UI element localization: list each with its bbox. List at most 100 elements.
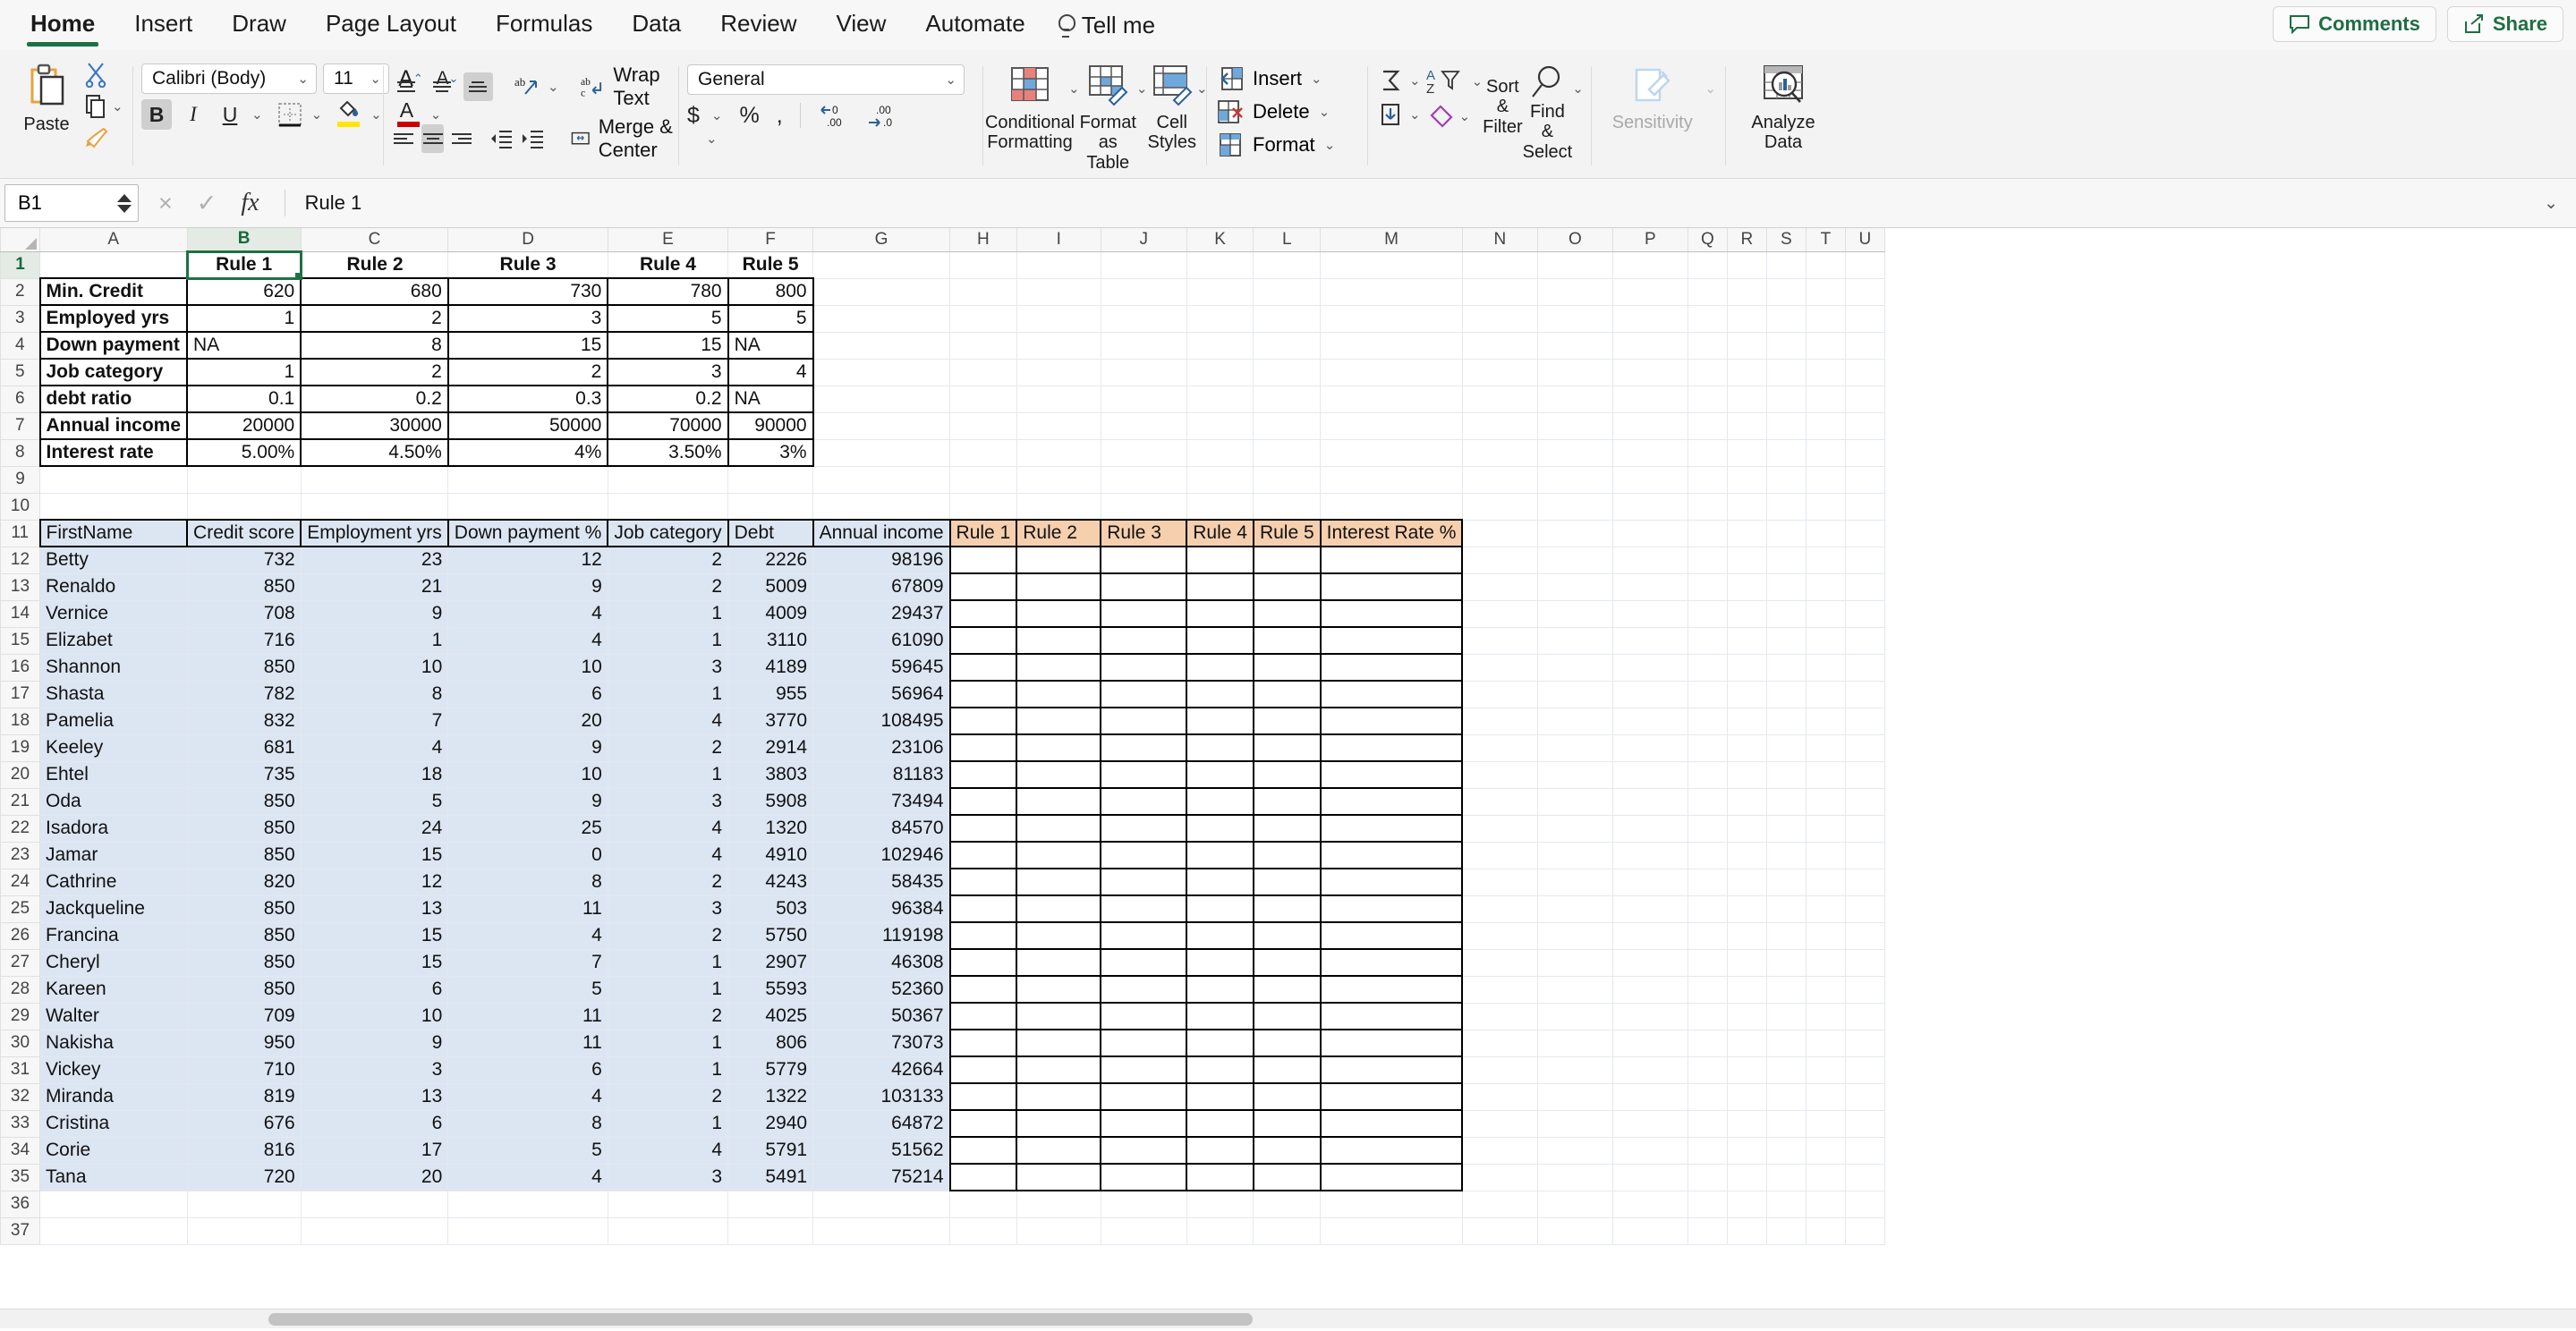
- cell-D10[interactable]: [448, 493, 608, 520]
- tab-draw[interactable]: Draw: [212, 0, 306, 50]
- currency-chevron-down-icon[interactable]: ⌄: [711, 109, 723, 123]
- cell-H20[interactable]: [950, 761, 1017, 788]
- cell-N17[interactable]: [1462, 681, 1537, 708]
- cell-T28[interactable]: [1806, 976, 1845, 1003]
- cell-P5[interactable]: [1612, 359, 1688, 386]
- cell-E12[interactable]: 2: [608, 547, 727, 573]
- cell-I32[interactable]: [1016, 1083, 1101, 1110]
- column-header-i[interactable]: I: [1016, 228, 1101, 251]
- cell-P29[interactable]: [1612, 1003, 1688, 1030]
- cell-Q2[interactable]: [1688, 278, 1727, 305]
- cell-Q11[interactable]: [1688, 520, 1727, 547]
- cell-A35[interactable]: Tana: [40, 1164, 188, 1191]
- align-top-button[interactable]: [392, 72, 421, 101]
- cell-U21[interactable]: [1845, 788, 1884, 815]
- cell-M23[interactable]: [1321, 842, 1463, 869]
- cell-T18[interactable]: [1806, 708, 1845, 734]
- cell-H33[interactable]: [950, 1110, 1017, 1137]
- cell-A8[interactable]: Interest rate: [40, 439, 188, 466]
- row-header-13[interactable]: 13: [1, 573, 40, 600]
- cell-F1[interactable]: Rule 5: [728, 251, 813, 278]
- cell-F32[interactable]: 1322: [728, 1083, 813, 1110]
- cell-B9[interactable]: [187, 466, 301, 493]
- cell-N9[interactable]: [1462, 466, 1537, 493]
- row-header-35[interactable]: 35: [1, 1164, 40, 1191]
- cell-S25[interactable]: [1766, 895, 1806, 922]
- cell-I36[interactable]: [1016, 1191, 1101, 1217]
- cell-A3[interactable]: Employed yrs: [40, 305, 188, 332]
- cell-A21[interactable]: Oda: [40, 788, 188, 815]
- column-header-q[interactable]: Q: [1688, 228, 1727, 251]
- cell-P37[interactable]: [1612, 1217, 1688, 1244]
- cell-S10[interactable]: [1766, 493, 1806, 520]
- copy-chevron-down-icon[interactable]: ⌄: [112, 100, 123, 114]
- cell-O36[interactable]: [1537, 1191, 1612, 1217]
- cell-H25[interactable]: [950, 895, 1017, 922]
- cell-J10[interactable]: [1101, 493, 1186, 520]
- cell-U23[interactable]: [1845, 842, 1884, 869]
- cell-L30[interactable]: [1254, 1030, 1321, 1056]
- cell-U32[interactable]: [1845, 1083, 1884, 1110]
- cell-R31[interactable]: [1727, 1056, 1766, 1083]
- cell-L28[interactable]: [1254, 976, 1321, 1003]
- column-header-b[interactable]: B: [187, 228, 301, 251]
- cell-J34[interactable]: [1101, 1137, 1186, 1164]
- row-header-7[interactable]: 7: [1, 412, 40, 439]
- cell-S24[interactable]: [1766, 869, 1806, 895]
- delete-chevron-down-icon[interactable]: ⌄: [1319, 106, 1331, 119]
- cell-C28[interactable]: 6: [301, 976, 448, 1003]
- cell-K17[interactable]: [1186, 681, 1254, 708]
- cell-M14[interactable]: [1321, 600, 1463, 627]
- cell-O28[interactable]: [1537, 976, 1612, 1003]
- cell-O26[interactable]: [1537, 922, 1612, 949]
- cell-K11[interactable]: Rule 4: [1186, 520, 1254, 547]
- cell-H16[interactable]: [950, 654, 1017, 681]
- cell-D33[interactable]: 8: [448, 1110, 608, 1137]
- cell-U6[interactable]: [1845, 386, 1884, 412]
- name-box-spinner[interactable]: [117, 194, 132, 213]
- row-header-12[interactable]: 12: [1, 547, 40, 573]
- cell-A17[interactable]: Shasta: [40, 681, 188, 708]
- cell-O7[interactable]: [1537, 412, 1612, 439]
- row-header-25[interactable]: 25: [1, 895, 40, 922]
- cell-F19[interactable]: 2914: [728, 734, 813, 761]
- cell-M22[interactable]: [1321, 815, 1463, 842]
- cell-U12[interactable]: [1845, 547, 1884, 573]
- cell-P25[interactable]: [1612, 895, 1688, 922]
- cell-N21[interactable]: [1462, 788, 1537, 815]
- cell-M36[interactable]: [1321, 1191, 1463, 1217]
- cell-E27[interactable]: 1: [608, 949, 727, 976]
- sort-filter-icon-row[interactable]: AZ ⌄: [1426, 68, 1484, 95]
- cell-C21[interactable]: 5: [301, 788, 448, 815]
- cell-S21[interactable]: [1766, 788, 1806, 815]
- cell-N3[interactable]: [1462, 305, 1537, 332]
- cell-L31[interactable]: [1254, 1056, 1321, 1083]
- cell-L19[interactable]: [1254, 734, 1321, 761]
- row-header-29[interactable]: 29: [1, 1003, 40, 1030]
- cell-P28[interactable]: [1612, 976, 1688, 1003]
- cell-J37[interactable]: [1101, 1217, 1186, 1244]
- cell-K33[interactable]: [1186, 1110, 1254, 1137]
- cell-H28[interactable]: [950, 976, 1017, 1003]
- tab-page-layout[interactable]: Page Layout: [306, 0, 476, 50]
- row-header-10[interactable]: 10: [1, 493, 40, 520]
- row-header-30[interactable]: 30: [1, 1030, 40, 1056]
- cell-S3[interactable]: [1766, 305, 1806, 332]
- cell-J16[interactable]: [1101, 654, 1186, 681]
- cell-O14[interactable]: [1537, 600, 1612, 627]
- cell-S15[interactable]: [1766, 627, 1806, 654]
- cell-A33[interactable]: Cristina: [40, 1110, 188, 1137]
- cell-L1[interactable]: [1254, 251, 1321, 278]
- cell-R3[interactable]: [1727, 305, 1766, 332]
- row-header-5[interactable]: 5: [1, 359, 40, 386]
- cell-Q6[interactable]: [1688, 386, 1727, 412]
- cell-R33[interactable]: [1727, 1110, 1766, 1137]
- row-header-16[interactable]: 16: [1, 654, 40, 681]
- cell-T36[interactable]: [1806, 1191, 1845, 1217]
- cell-G36[interactable]: [813, 1191, 950, 1217]
- cell-M16[interactable]: [1321, 654, 1463, 681]
- cell-L37[interactable]: [1254, 1217, 1321, 1244]
- cell-P1[interactable]: [1612, 251, 1688, 278]
- cell-N35[interactable]: [1462, 1164, 1537, 1191]
- cell-F25[interactable]: 503: [728, 895, 813, 922]
